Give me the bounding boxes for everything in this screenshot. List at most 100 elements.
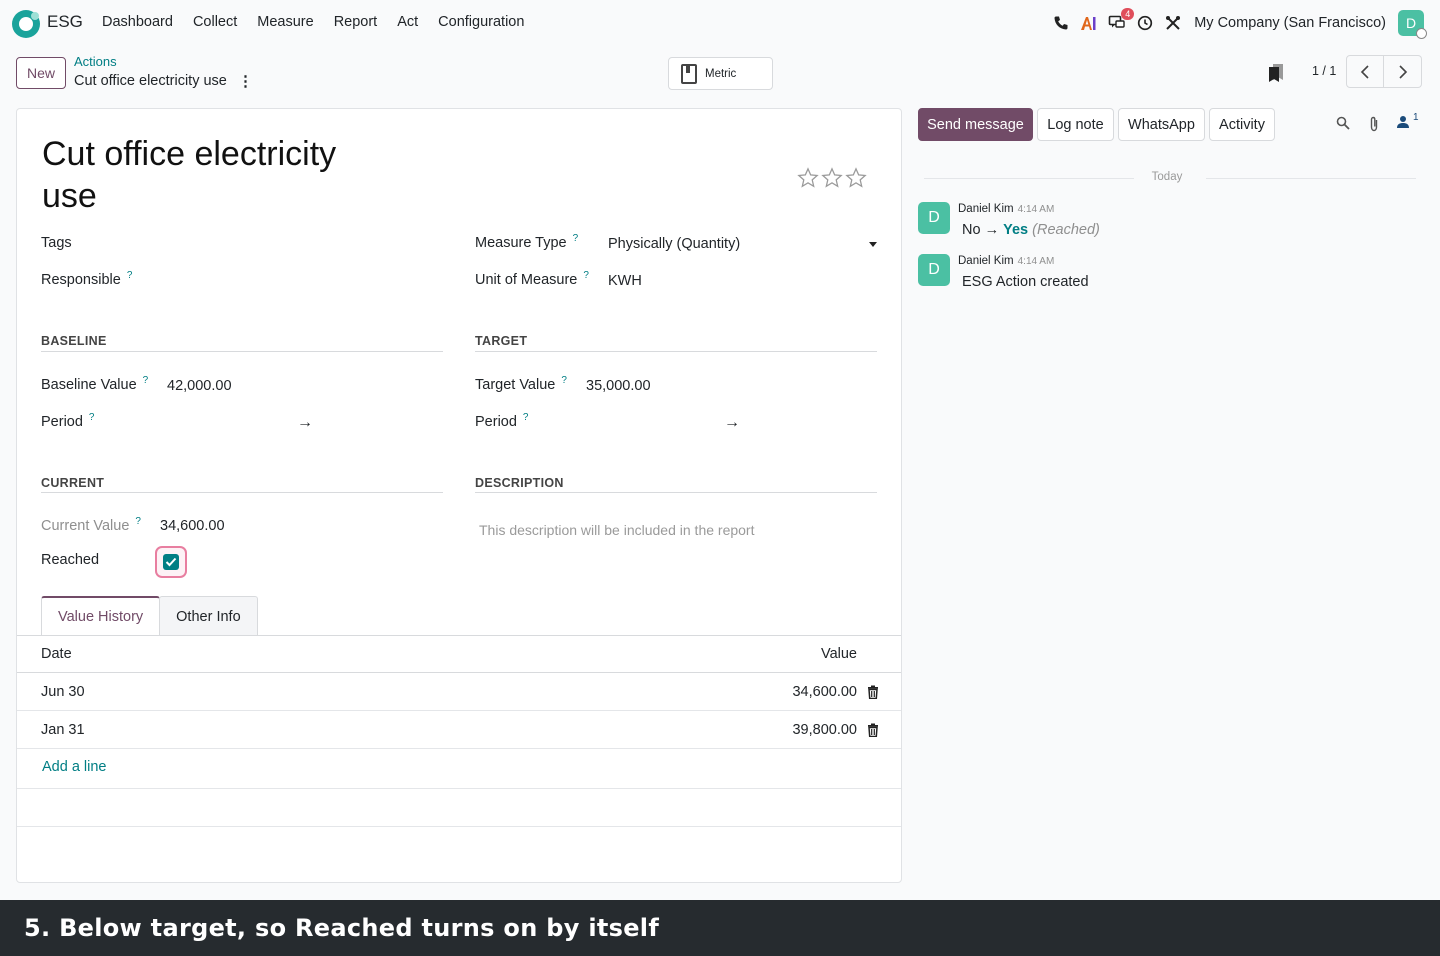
date-divider: Today — [918, 171, 1416, 183]
message-time: 4:14 AM — [1017, 256, 1055, 267]
reached-checkbox[interactable] — [163, 554, 179, 570]
arrow-right-icon: → — [297, 414, 313, 431]
baseline-value-label-text: Baseline Value — [41, 377, 137, 393]
menu-item-measure[interactable]: Measure — [257, 14, 313, 30]
reached-label: Reached — [41, 552, 100, 568]
help-icon[interactable]: ? — [583, 270, 589, 281]
tab-value-history[interactable]: Value History — [41, 596, 161, 636]
activity-button[interactable]: Activity — [1209, 108, 1275, 141]
baseline-divider — [41, 351, 443, 352]
breadcrumb-parent[interactable]: Actions — [74, 54, 117, 69]
table-row[interactable]: Jan 31 39,800.00 — [17, 711, 901, 749]
row-value[interactable]: 39,800.00 — [792, 722, 857, 738]
send-message-button[interactable]: Send message — [918, 108, 1033, 141]
metric-smart-button-label: Metric — [705, 67, 737, 80]
record-title[interactable]: Cut office electricity use — [42, 133, 372, 217]
form-sheet: Cut office electricity use Tags Responsi… — [16, 108, 902, 883]
current-value-label: Current Value? — [41, 516, 141, 534]
row-date[interactable]: Jan 31 — [41, 722, 85, 738]
message-author-line: Daniel Kim 4:14 AM — [958, 255, 1054, 267]
log-note-button[interactable]: Log note — [1037, 108, 1114, 141]
followers-button[interactable]: 1 — [1396, 112, 1419, 129]
new-button[interactable]: New — [16, 57, 66, 89]
current-heading: CURRENT — [41, 476, 105, 490]
menu-item-configuration[interactable]: Configuration — [438, 14, 524, 30]
help-icon[interactable]: ? — [135, 516, 141, 527]
add-line-link[interactable]: Add a line — [42, 759, 107, 775]
actions-menu-icon[interactable]: ⋮ — [238, 72, 253, 90]
clock-icon[interactable] — [1134, 12, 1156, 34]
pager-previous-button[interactable] — [1346, 55, 1384, 88]
app-name[interactable]: ESG — [47, 12, 83, 32]
author-avatar[interactable]: D — [918, 202, 950, 234]
help-icon[interactable]: ? — [561, 375, 567, 386]
tutorial-caption: 5. Below target, so Reached turns on by … — [0, 900, 1440, 956]
uom-label: Unit of Measure? — [475, 270, 589, 288]
trash-icon[interactable] — [867, 685, 879, 702]
target-value-label-text: Target Value — [475, 377, 556, 393]
table-row[interactable]: Jun 30 34,600.00 — [17, 673, 901, 711]
help-icon[interactable]: ? — [127, 270, 133, 281]
row-date[interactable]: Jun 30 — [41, 684, 85, 700]
description-field[interactable]: This description will be included in the… — [479, 522, 754, 538]
tags-label: Tags — [41, 235, 72, 251]
search-icon[interactable] — [1336, 116, 1350, 133]
star-icon[interactable] — [821, 167, 843, 189]
notebook-tabs: Value History Other Info — [41, 596, 258, 636]
tab-other-info[interactable]: Other Info — [159, 596, 258, 636]
caret-down-icon[interactable] — [869, 242, 877, 247]
priority-stars[interactable] — [797, 167, 867, 189]
arrow-right-icon: → — [724, 414, 740, 431]
target-divider — [475, 351, 877, 352]
whatsapp-button[interactable]: WhatsApp — [1118, 108, 1205, 141]
app-logo-icon[interactable] — [12, 10, 40, 38]
author-avatar[interactable]: D — [918, 254, 950, 286]
user-avatar[interactable]: D — [1398, 10, 1427, 39]
baseline-heading: BASELINE — [41, 334, 107, 348]
pager-next-button[interactable] — [1384, 55, 1422, 88]
menu-item-act[interactable]: Act — [397, 14, 418, 30]
user-icon — [1397, 116, 1409, 128]
message-author-line: Daniel Kim 4:14 AM — [958, 203, 1054, 215]
uom-field[interactable]: KWH — [608, 273, 642, 289]
pager-value[interactable]: 1 / 1 — [1312, 64, 1336, 78]
paperclip-icon[interactable] — [1368, 116, 1380, 135]
responsible-label-text: Responsible — [41, 272, 121, 288]
star-icon[interactable] — [797, 167, 819, 189]
bookmarks-icon[interactable] — [1268, 63, 1284, 86]
row-value[interactable]: 34,600.00 — [792, 684, 857, 700]
help-icon[interactable]: ? — [573, 233, 579, 244]
metric-smart-button[interactable]: Metric — [668, 57, 773, 90]
baseline-period-label: Period? — [41, 412, 95, 430]
checkmark-icon — [165, 557, 177, 567]
ai-icon[interactable] — [1078, 12, 1100, 34]
old-value: No — [962, 222, 981, 238]
messages-icon[interactable]: 4 — [1106, 8, 1135, 34]
help-icon[interactable]: ? — [143, 375, 149, 386]
reached-checkbox-highlight — [155, 546, 187, 578]
phone-icon[interactable] — [1050, 12, 1072, 34]
menu-item-collect[interactable]: Collect — [193, 14, 237, 30]
star-icon[interactable] — [845, 167, 867, 189]
tools-icon[interactable] — [1162, 12, 1184, 34]
trash-icon[interactable] — [867, 723, 879, 740]
breadcrumb-current: Cut office electricity use — [74, 73, 227, 89]
menu-item-dashboard[interactable]: Dashboard — [102, 14, 173, 30]
new-value: Yes — [1003, 222, 1029, 238]
menu-item-report[interactable]: Report — [334, 14, 378, 30]
help-icon[interactable]: ? — [523, 412, 529, 423]
baseline-value-field[interactable]: 42,000.00 — [167, 378, 232, 394]
target-period-label-text: Period — [475, 414, 517, 430]
help-icon[interactable]: ? — [89, 412, 95, 423]
message-author[interactable]: Daniel Kim — [958, 255, 1014, 267]
history-table-header: Date Value — [17, 636, 901, 673]
chevron-left-icon — [1360, 64, 1369, 79]
company-switcher[interactable]: My Company (San Francisco) — [1194, 15, 1386, 31]
control-panel: New Actions Cut office electricity use ⋮… — [0, 50, 1440, 98]
target-value-field[interactable]: 35,000.00 — [586, 378, 651, 394]
column-header-value[interactable]: Value — [821, 646, 857, 662]
message-author[interactable]: Daniel Kim — [958, 203, 1014, 215]
column-header-date[interactable]: Date — [41, 646, 72, 662]
measure-type-select[interactable]: Physically (Quantity) — [608, 236, 740, 252]
followers-count: 1 — [1413, 112, 1419, 123]
